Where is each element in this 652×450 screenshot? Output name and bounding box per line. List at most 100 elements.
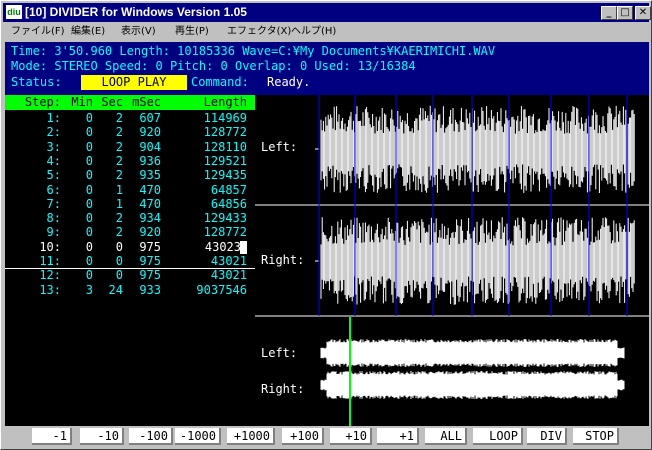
step-cell: 6: <box>46 182 61 197</box>
step-cell: 3: <box>46 139 61 154</box>
step-minus-1000-button[interactable]: -1000 <box>175 428 221 445</box>
step-minus-100-button[interactable]: -100 <box>129 428 173 445</box>
step-cell: 11: <box>39 254 61 268</box>
min-cell: 0 <box>85 153 93 168</box>
step-cell: 5: <box>46 168 61 183</box>
info-line-mode: Mode: STEREO Speed: 0 Pitch: 0 Overlap: … <box>11 59 416 73</box>
step-minus-1-button[interactable]: -1 <box>32 428 72 445</box>
close-button[interactable]: ✕ <box>635 6 651 20</box>
step-plus-10-button[interactable]: +10 <box>330 428 372 445</box>
list-separator <box>5 268 255 269</box>
column-length: Length <box>203 95 247 109</box>
menu-file[interactable]: ファイル(F) <box>11 25 65 38</box>
overview-right-label: Right: <box>261 382 305 396</box>
menu-edit[interactable]: 編集(E) <box>71 25 105 38</box>
overview-left-label: Left: <box>261 346 298 360</box>
column-sec: Sec <box>101 95 123 109</box>
text-cursor <box>240 240 247 254</box>
min-cell: 0 <box>85 139 93 154</box>
length-cell: 114969 <box>203 111 247 125</box>
minimize-icon: _ <box>606 7 612 18</box>
table-row[interactable]: 1: 0 2 607 114969 <box>5 111 255 126</box>
length-cell: 43021 <box>210 268 247 283</box>
step-cell: 10: <box>39 239 61 254</box>
msec-cell: 934 <box>139 211 161 226</box>
table-row[interactable]: 13: 3 24 933 9037546 <box>5 283 255 298</box>
step-minus-10-button[interactable]: -10 <box>80 428 124 445</box>
minimize-button[interactable]: _ <box>601 6 617 20</box>
msec-cell: 920 <box>139 125 161 140</box>
step-cell: 4: <box>46 153 61 168</box>
control-button-bar: -1 -10 -100 -1000 +1000 +100 +10 +1 ALL … <box>5 428 649 448</box>
step-plus-100-button[interactable]: +100 <box>282 428 324 445</box>
length-cell: 128772 <box>203 225 247 240</box>
window-title: [10] DIVIDER for Windows Version 1.05 <box>25 5 247 19</box>
table-row[interactable]: 12: 0 0 975 43021 <box>5 268 255 283</box>
table-row[interactable]: 2: 0 2 920 128772 <box>5 125 255 140</box>
step-list-header: Step: Min Sec mSec Length <box>5 95 255 110</box>
sec-cell: 2 <box>115 139 123 154</box>
step-cell: 2: <box>46 125 61 140</box>
overview-waveform <box>320 339 625 367</box>
waveform-graphic[interactable] <box>255 95 649 426</box>
table-row[interactable]: 8: 0 2 934 129433 <box>5 211 255 226</box>
length-cell: 43021 <box>210 254 247 268</box>
column-step: Step: <box>24 95 61 109</box>
sec-cell: 2 <box>115 225 123 240</box>
command-label: Command: <box>191 75 249 89</box>
menu-effector[interactable]: エフェクタ(X) <box>227 25 291 38</box>
sec-cell: 0 <box>115 254 123 268</box>
table-row[interactable]: 4: 0 2 936 129521 <box>5 154 255 169</box>
loop-button[interactable]: LOOP <box>473 428 523 445</box>
table-row[interactable]: 3: 0 2 904 128110 <box>5 140 255 155</box>
app-icon[interactable]: diu <box>6 5 22 19</box>
step-plus-1000-button[interactable]: +1000 <box>227 428 275 445</box>
msec-cell: 904 <box>139 139 161 154</box>
length-cell: 129521 <box>203 153 247 168</box>
min-cell: 0 <box>85 125 93 140</box>
menu-help[interactable]: ヘルプ(H) <box>291 25 336 38</box>
length-cell: 43023 <box>161 240 247 255</box>
min-cell: 0 <box>85 254 93 268</box>
msec-cell: 470 <box>139 182 161 197</box>
msec-cell: 935 <box>139 168 161 183</box>
maximize-button[interactable]: □ <box>617 6 633 20</box>
channel-waveform <box>320 105 635 193</box>
stop-button[interactable]: STOP <box>573 428 619 445</box>
msec-cell: 975 <box>139 268 161 283</box>
app-window: diu [10] DIVIDER for Windows Version 1.0… <box>0 0 652 450</box>
sec-cell: 2 <box>115 125 123 140</box>
menu-bar: ファイル(F) 編集(E) 表示(V) 再生(P) エフェクタ(X) ヘルプ(H… <box>3 23 649 40</box>
table-row[interactable]: 11: 0 0 975 43021 <box>5 254 255 269</box>
div-button[interactable]: DIV <box>527 428 567 445</box>
all-button[interactable]: ALL <box>425 428 467 445</box>
table-row[interactable]: 7: 0 1 470 64856 <box>5 197 255 212</box>
status-label: Status: <box>11 75 62 89</box>
step-cell: 12: <box>39 268 61 283</box>
min-cell: 0 <box>85 168 93 183</box>
sec-cell: 2 <box>115 111 123 125</box>
table-row-selected[interactable]: 10: 0 0 975 43023 <box>5 240 255 255</box>
msec-cell: 920 <box>139 225 161 240</box>
table-row[interactable]: 9: 0 2 920 128772 <box>5 225 255 240</box>
status-value: LOOP PLAY <box>81 75 187 90</box>
step-cell: 7: <box>46 196 61 211</box>
close-icon: ✕ <box>638 7 648 18</box>
length-cell: 9037546 <box>196 282 247 297</box>
menu-play[interactable]: 再生(P) <box>175 25 209 38</box>
table-row[interactable]: 6: 0 1 470 64857 <box>5 183 255 198</box>
table-row[interactable]: 5: 0 2 935 129435 <box>5 168 255 183</box>
sec-cell: 0 <box>115 239 123 254</box>
waveform-panel[interactable]: Left: Right: Left: Right: <box>255 95 649 426</box>
msec-cell: 936 <box>139 153 161 168</box>
command-value: Ready. <box>267 75 311 89</box>
title-bar[interactable]: diu [10] DIVIDER for Windows Version 1.0… <box>3 3 651 22</box>
menu-view[interactable]: 表示(V) <box>121 25 156 38</box>
step-list[interactable]: Step: Min Sec mSec Length 1: 0 2 607 114969 2… <box>5 95 255 426</box>
channel-waveform <box>320 217 635 305</box>
min-cell: 0 <box>85 268 93 283</box>
step-cell: 1: <box>46 111 61 125</box>
step-plus-1-button[interactable]: +1 <box>377 428 419 445</box>
length-cell: 128772 <box>203 125 247 140</box>
min-cell: 0 <box>85 196 93 211</box>
